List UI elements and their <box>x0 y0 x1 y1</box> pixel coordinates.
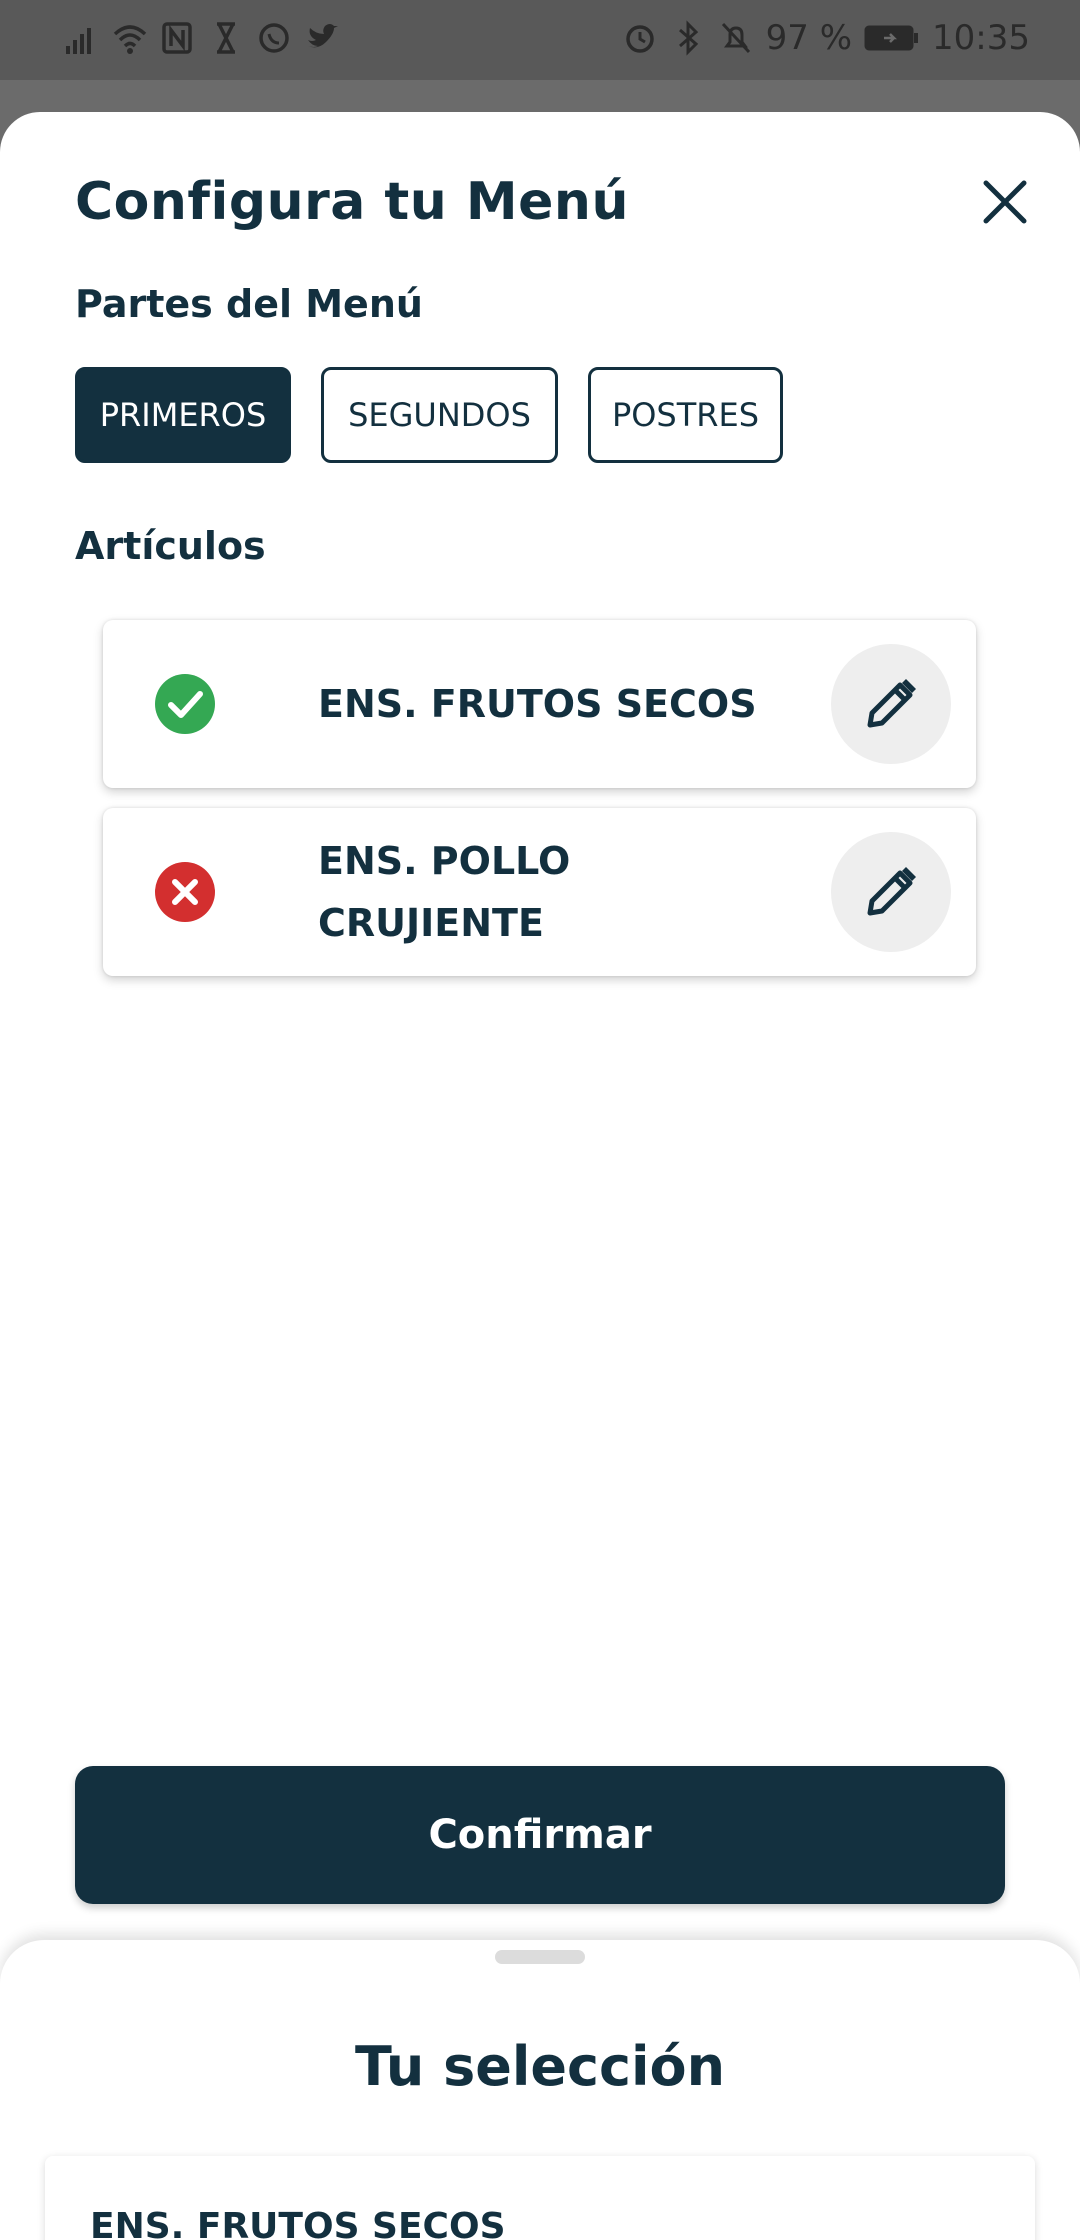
wifi-icon <box>113 25 147 54</box>
alarm-icon <box>625 25 654 53</box>
hourglass-icon <box>217 22 235 54</box>
tab-segundos[interactable]: SEGUNDOS <box>321 367 558 463</box>
tab-primeros[interactable]: PRIMEROS <box>75 367 291 463</box>
items-list: ENS. FRUTOS SECOS ENS. POLLO CRUJIENTE <box>103 620 976 996</box>
twitter-icon <box>308 24 338 48</box>
close-button[interactable] <box>975 172 1035 232</box>
bluetooth-icon <box>678 20 698 56</box>
clock: 10:35 <box>932 18 1030 58</box>
page-title: Configura tu Menú <box>75 172 629 232</box>
selection-title: Tu selección <box>354 2035 726 2098</box>
nfc-icon <box>162 22 192 54</box>
confirm-button[interactable]: Confirmar <box>75 1766 1005 1904</box>
item-name: ENS. FRUTOS SECOS <box>318 682 757 726</box>
status-bar-right: 97 % 10:35 <box>622 18 1030 58</box>
selection-item: ENS. FRUTOS SECOS <box>90 2206 506 2240</box>
signal-icon <box>66 28 91 54</box>
list-item[interactable]: ENS. FRUTOS SECOS <box>103 620 976 788</box>
tab-postres[interactable]: POSTRES <box>588 367 783 463</box>
item-name: ENS. POLLO CRUJIENTE <box>318 839 571 945</box>
battery-percentage: 97 % <box>765 18 853 58</box>
whatsapp-icon <box>259 23 289 53</box>
status-bar-left <box>64 18 340 58</box>
mute-icon <box>721 22 750 54</box>
close-icon <box>983 180 1027 224</box>
cancel-circle-icon <box>155 862 215 922</box>
selection-card: ENS. FRUTOS SECOS <box>45 2156 1035 2240</box>
selection-sheet[interactable]: Tu selección ENS. FRUTOS SECOS <box>0 1940 1080 2240</box>
pencil-icon <box>867 679 916 728</box>
items-label: Artículos <box>75 524 266 568</box>
battery-icon <box>864 25 919 51</box>
status-bar: 97 % 10:35 <box>0 0 1080 80</box>
check-circle-icon <box>155 674 215 734</box>
menu-parts-tabs: PRIMEROS SEGUNDOS POSTRES <box>75 367 783 463</box>
parts-label: Partes del Menú <box>75 282 423 326</box>
drag-handle[interactable] <box>495 1950 585 1964</box>
pencil-icon <box>867 867 916 916</box>
edit-button[interactable] <box>831 644 951 764</box>
menu-config-sheet: Configura tu Menú Partes del Menú PRIMER… <box>0 112 1080 2240</box>
list-item[interactable]: ENS. POLLO CRUJIENTE <box>103 808 976 976</box>
edit-button[interactable] <box>831 832 951 952</box>
